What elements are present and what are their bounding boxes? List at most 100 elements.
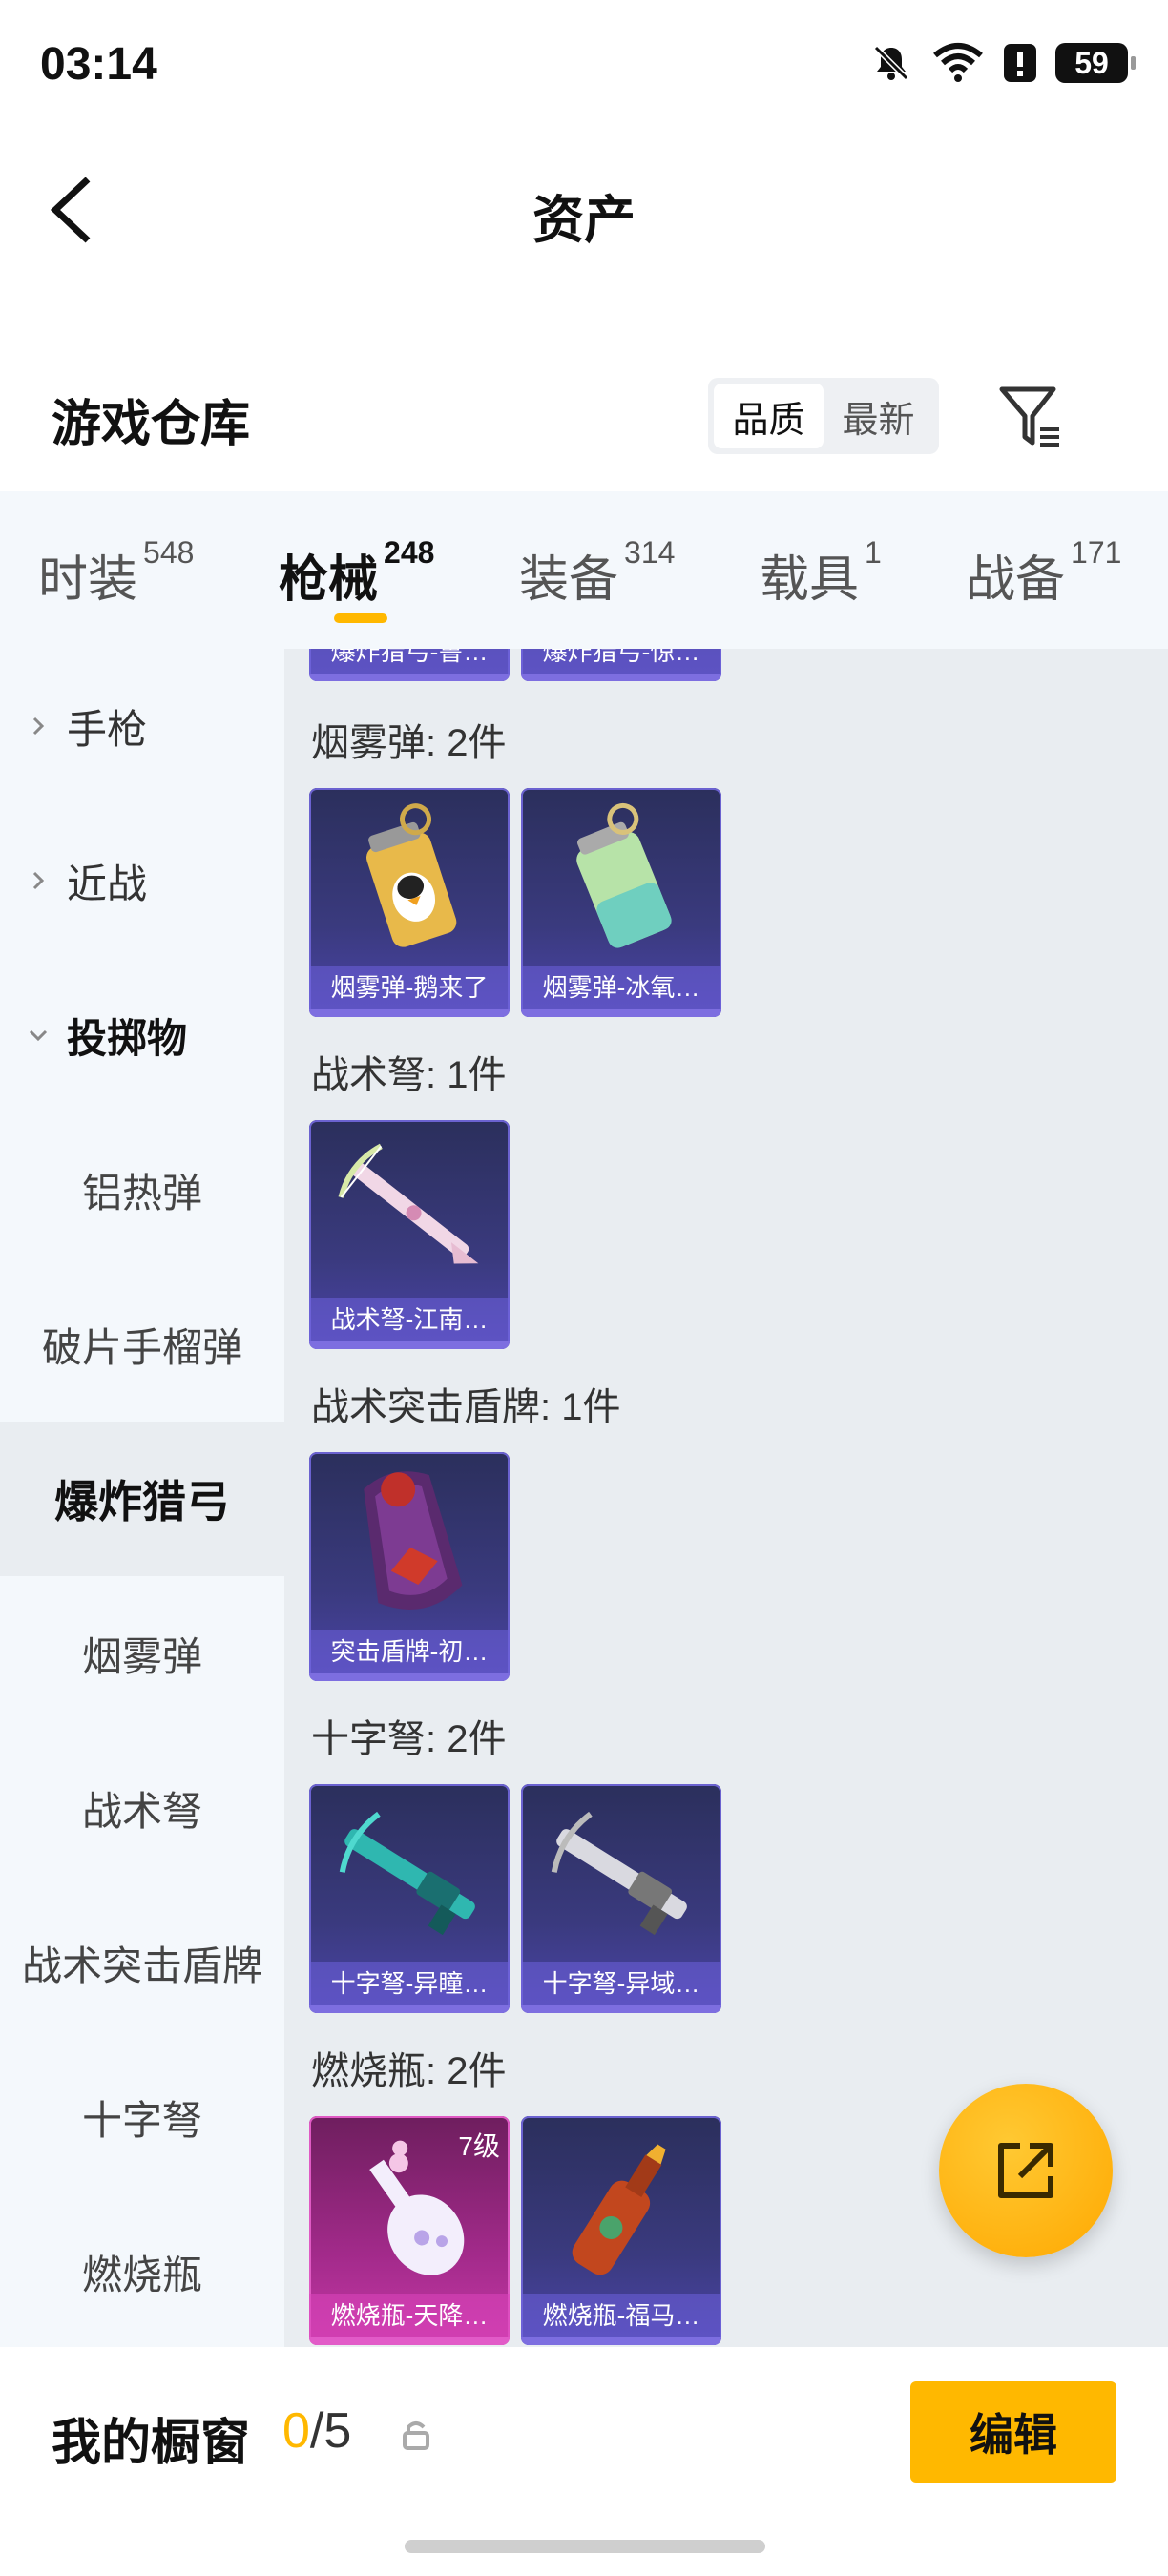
status-icons: 59: [870, 42, 1136, 84]
page-title: 资产: [532, 192, 636, 249]
sidebar-item-label: 破片手榴弹: [41, 1324, 242, 1370]
section-heading: 烟雾弹: 2件: [311, 722, 507, 764]
showcase-bar: 我的橱窗 0/5 编辑: [0, 2347, 1168, 2519]
rarity-bar: [521, 2005, 721, 2013]
sidebar-item-crossbow[interactable]: 十字弩: [0, 2040, 284, 2194]
smoke-grenade-icon: [366, 803, 457, 947]
sidebar-item-smoke-grenade[interactable]: 烟雾弹: [0, 1576, 284, 1731]
section-heading: 战术突击盾牌: 1件: [311, 1386, 621, 1428]
showcase-current: 0: [282, 2403, 310, 2459]
sidebar-item-label: 战术突击盾牌: [21, 1942, 262, 1988]
item-card[interactable]: 烟雾弹-鹅来了: [309, 788, 510, 1017]
showcase-count: 0/5: [282, 2402, 351, 2460]
item-card[interactable]: 十字弩-异域…: [521, 1784, 721, 2013]
tab-firearms[interactable]: 枪械 248: [279, 535, 434, 611]
sidebar-item-assault-shield[interactable]: 战术突击盾牌: [0, 1885, 284, 2040]
sidebar-item-explosive-bow[interactable]: 爆炸猎弓: [0, 1422, 284, 1576]
item-name: 爆炸猎弓-惊…: [521, 649, 721, 674]
share-button[interactable]: [939, 2084, 1113, 2257]
tab-count: 314: [624, 535, 676, 570]
sidebar-item-frag-grenade[interactable]: 破片手榴弹: [0, 1267, 284, 1422]
item-name: 燃烧瓶-福马…: [521, 2294, 721, 2337]
rarity-bar: [521, 1009, 721, 1017]
showcase-total: /5: [309, 2403, 352, 2459]
active-tab-indicator: [334, 613, 387, 623]
item-card[interactable]: 7级 燃烧瓶-天降…: [309, 2116, 510, 2345]
rarity-bar: [309, 2005, 510, 2013]
item-name: 烟雾弹-冰氧…: [521, 966, 721, 1009]
chevron-down-icon: [29, 1029, 48, 1042]
warehouse-header: 游戏仓库 品质 最新: [0, 353, 1168, 487]
wifi-icon: [933, 43, 983, 82]
item-name: 战术弩-江南…: [309, 1298, 510, 1341]
rarity-bar: [521, 2337, 721, 2345]
sort-newest-button[interactable]: 最新: [824, 384, 933, 448]
battery-icon: 59: [1055, 43, 1136, 83]
sidebar-item-molotov[interactable]: 燃烧瓶: [0, 2194, 284, 2349]
sidebar-item-label: 铝热弹: [81, 1170, 202, 1215]
chevron-right-icon: [32, 871, 45, 890]
molotov-icon: [572, 2144, 666, 2275]
smoke-grenade-icon: [576, 802, 672, 948]
sidebar-item-label: 燃烧瓶: [81, 2252, 202, 2297]
sidebar: 手枪 近战 投掷物 铝热弹 破片手榴弹 爆炸猎弓 烟雾弹 战术弩 战术突击盾牌 …: [0, 649, 284, 2347]
shield-icon: [364, 1471, 463, 1610]
tab-label: 时装: [38, 552, 138, 608]
item-card[interactable]: 突击盾牌-初…: [309, 1452, 510, 1681]
mute-icon: [873, 45, 909, 81]
title-bar: 资产: [0, 134, 1168, 277]
alert-icon: [1004, 44, 1036, 82]
tab-label: 枪械: [279, 552, 379, 608]
sidebar-item-pistol[interactable]: 手枪: [0, 649, 284, 803]
rarity-bar: [309, 1009, 510, 1017]
tab-equipment[interactable]: 装备 314: [519, 535, 675, 611]
item-name: 爆炸猎弓-鲁…: [309, 649, 510, 674]
section-heading: 战术弩: 1件: [311, 1054, 507, 1096]
tab-supplies[interactable]: 战备 171: [966, 535, 1121, 611]
edit-button[interactable]: 编辑: [910, 2381, 1116, 2483]
sidebar-item-throwables[interactable]: 投掷物: [0, 958, 284, 1112]
rarity-bar: [309, 2337, 510, 2345]
sort-toggle: 品质 最新: [708, 378, 939, 454]
item-card[interactable]: 爆炸猎弓-惊…: [521, 649, 721, 681]
tab-count: 548: [143, 535, 195, 570]
tab-fashion[interactable]: 时装 548: [38, 535, 194, 611]
category-tabs: 时装 548 枪械 248 装备 314 载具 1 战备 171: [0, 491, 1168, 649]
item-card[interactable]: 烟雾弹-冰氧…: [521, 788, 721, 1017]
external-link-icon: [998, 2143, 1053, 2198]
rarity-bar: [309, 1341, 510, 1349]
item-name: 突击盾牌-初…: [309, 1630, 510, 1673]
tab-label: 载具: [760, 552, 860, 608]
item-name: 十字弩-异瞳…: [309, 1962, 510, 2005]
sidebar-item-thermite[interactable]: 铝热弹: [0, 1112, 284, 1267]
filter-icon[interactable]: [996, 382, 1065, 450]
sidebar-item-tactical-crossbow[interactable]: 战术弩: [0, 1731, 284, 1885]
chevron-right-icon: [32, 717, 45, 736]
tab-label: 装备: [519, 552, 619, 608]
tab-count: 171: [1071, 535, 1122, 570]
sidebar-item-melee[interactable]: 近战: [0, 803, 284, 958]
crossbow-icon: [338, 1143, 479, 1264]
rarity-bar: [309, 1673, 510, 1681]
item-name: 燃烧瓶-天降…: [309, 2294, 510, 2337]
item-card[interactable]: 战术弩-江南…: [309, 1120, 510, 1349]
item-card[interactable]: 十字弩-异瞳…: [309, 1784, 510, 2013]
home-indicator[interactable]: [405, 2540, 765, 2553]
status-bar: 03:14 59: [0, 0, 1168, 134]
tab-label: 战备: [966, 552, 1066, 608]
crossbow-icon: [551, 1811, 687, 1936]
crossbow-icon: [339, 1811, 475, 1936]
sidebar-item-label: 战术弩: [81, 1788, 202, 1834]
showcase-title: 我的橱窗: [52, 2416, 251, 2471]
tab-count: 248: [384, 535, 435, 570]
rarity-bar: [521, 674, 721, 681]
sidebar-item-label: 爆炸猎弓: [54, 1477, 230, 1527]
item-card[interactable]: 爆炸猎弓-鲁…: [309, 649, 510, 681]
sort-quality-button[interactable]: 品质: [714, 384, 824, 448]
item-card[interactable]: 燃烧瓶-福马…: [521, 2116, 721, 2345]
sidebar-item-label: 手枪: [67, 706, 148, 752]
tab-vehicles[interactable]: 载具 1: [760, 535, 882, 611]
item-name: 烟雾弹-鹅来了: [309, 966, 510, 1009]
tab-count: 1: [865, 535, 882, 570]
sidebar-item-label: 近战: [67, 861, 148, 906]
